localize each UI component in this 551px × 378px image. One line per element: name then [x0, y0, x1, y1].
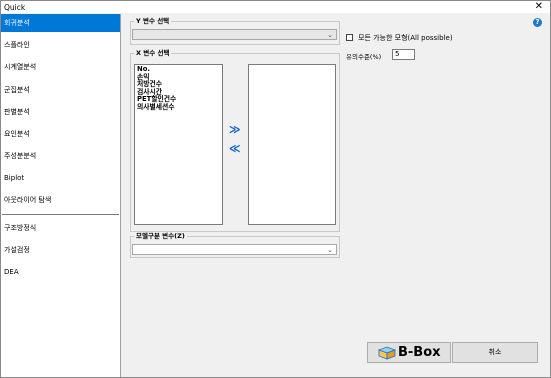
sidebar-item-sem[interactable]: 구조방정식: [1, 219, 120, 237]
x-variable-label: X 변수 선택: [134, 49, 172, 57]
sidebar-item-factor[interactable]: 요인분석: [1, 125, 120, 143]
sidebar-item-pca[interactable]: 주성분분석: [1, 147, 120, 165]
model-group-select[interactable]: ⌄: [132, 244, 337, 255]
sidebar-item-dea[interactable]: DEA: [1, 263, 120, 281]
available-variables-list[interactable]: No. 손익 처방건수 검사시간 PET할인건수 의사별세션수: [134, 64, 223, 225]
x-variable-group: X 변수 선택 No. 손익 처방건수 검사시간 PET할인건수 의사별세션수 …: [130, 49, 340, 232]
sidebar-item-timeseries[interactable]: 시계열분석: [1, 58, 120, 76]
remove-variable-button[interactable]: ≪: [229, 143, 241, 154]
sidebar-item-discriminant[interactable]: 판별분석: [1, 103, 120, 121]
help-icon[interactable]: ?: [533, 18, 542, 27]
model-group-group: 모델구분 변수(Z) ⌄: [130, 232, 340, 258]
close-icon[interactable]: ✕: [535, 1, 543, 13]
chevron-down-icon: ⌄: [327, 246, 333, 254]
sidebar-divider: [2, 214, 119, 215]
all-possible-checkbox[interactable]: [346, 34, 353, 41]
bbox-button[interactable]: B-Box: [367, 342, 451, 363]
sig-level-label: 유의수준(%): [346, 53, 382, 61]
title-bar: Quick ✕: [1, 1, 550, 13]
sidebar-item-regression[interactable]: 회귀분석: [1, 14, 120, 32]
bbox-label: B-Box: [398, 345, 441, 360]
cancel-button[interactable]: 취소: [452, 342, 538, 363]
sidebar-item-outlier[interactable]: 아웃라이어 탐색: [1, 191, 120, 209]
box-icon: [377, 346, 397, 360]
chevron-down-icon: ⌄: [327, 31, 333, 39]
sidebar-item-cluster[interactable]: 군집분석: [1, 81, 120, 99]
list-item[interactable]: 의사별세션수: [135, 103, 222, 112]
y-variable-select[interactable]: ⌄: [132, 29, 337, 40]
sig-level-input[interactable]: 5: [392, 49, 415, 60]
sidebar-item-biplot[interactable]: Biplot: [1, 169, 120, 187]
all-possible-label: 모든 가능한 모형(All possible): [358, 34, 453, 42]
model-group-label: 모델구분 변수(Z): [134, 232, 187, 240]
add-variable-button[interactable]: ≫: [229, 124, 241, 135]
analysis-sidebar: 회귀분석 스플라인 시계열분석 군집분석 판별분석 요인분석 주성분분석 Bip…: [1, 14, 121, 377]
y-variable-group: Y 변수 선택 ⌄: [130, 17, 340, 45]
sidebar-item-spline[interactable]: 스플라인: [1, 36, 120, 54]
window-title: Quick: [4, 3, 26, 12]
quick-dialog: Quick ✕ 회귀분석 스플라인 시계열분석 군집분석 판별분석 요인분석 주…: [0, 0, 551, 378]
y-variable-label: Y 변수 선택: [134, 17, 172, 25]
selected-variables-list[interactable]: [248, 64, 336, 225]
sidebar-item-hypothesis[interactable]: 가설검정: [1, 241, 120, 259]
